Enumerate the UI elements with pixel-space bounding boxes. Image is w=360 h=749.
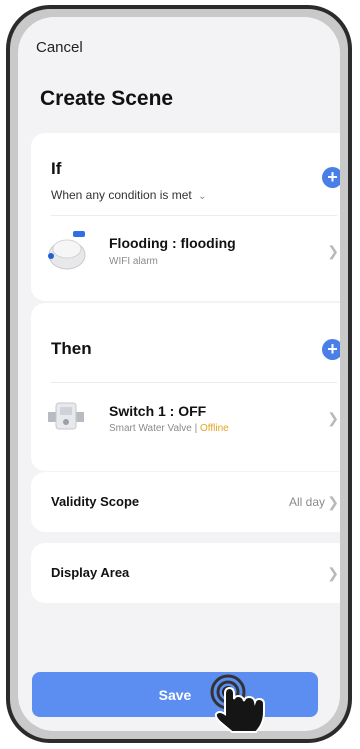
- validity-scope-value: All day: [288, 495, 325, 509]
- if-card: If + When any condition is met ⌄ Floodin…: [31, 133, 340, 301]
- status-separator: |: [191, 423, 200, 434]
- divider: [51, 382, 337, 383]
- then-section-title: Then: [51, 339, 92, 358]
- chevron-right-icon: ❯: [327, 243, 339, 259]
- save-button[interactable]: Save: [32, 672, 318, 717]
- chevron-down-icon: ⌄: [198, 191, 207, 202]
- chevron-right-icon: ❯: [327, 565, 339, 581]
- cancel-button[interactable]: Cancel: [36, 39, 83, 56]
- action-device-type: Smart Water Valve: [109, 423, 192, 434]
- add-action-plus-icon[interactable]: +: [322, 339, 340, 360]
- if-section-title: If: [51, 159, 62, 178]
- water-valve-icon: [48, 402, 84, 430]
- flood-sensor-icon: [48, 231, 86, 270]
- screen: Cancel Create Scene If + When any condit…: [18, 17, 340, 731]
- validity-scope-label: Validity Scope: [51, 494, 140, 509]
- condition-device-type: WIFI alarm: [109, 256, 158, 267]
- save-label: Save: [158, 686, 192, 703]
- display-area-row[interactable]: Display Area ❯: [31, 543, 340, 603]
- page-title: Create Scene: [40, 87, 174, 110]
- validity-scope-row[interactable]: Validity Scope All day ❯: [31, 472, 340, 532]
- condition-mode-dropdown[interactable]: When any condition is met ⌄: [51, 188, 206, 202]
- tap-hand-icon: [210, 674, 265, 733]
- chevron-right-icon: ❯: [327, 494, 339, 510]
- add-condition-plus-icon[interactable]: +: [322, 167, 340, 188]
- action-name: Switch 1 : OFF: [109, 403, 207, 419]
- then-card: Then + Switch 1 : OFF Smart Water Valve …: [31, 303, 340, 471]
- action-device-info: Smart Water Valve | Offline: [109, 423, 229, 434]
- chevron-right-icon: ❯: [327, 410, 339, 426]
- condition-name: Flooding : flooding: [109, 235, 236, 251]
- display-area-label: Display Area: [51, 565, 130, 580]
- status-offline: Offline: [199, 423, 229, 434]
- divider: [51, 215, 337, 216]
- condition-mode-label: When any condition is met: [51, 188, 192, 202]
- phone-frame: Cancel Create Scene If + When any condit…: [6, 5, 352, 743]
